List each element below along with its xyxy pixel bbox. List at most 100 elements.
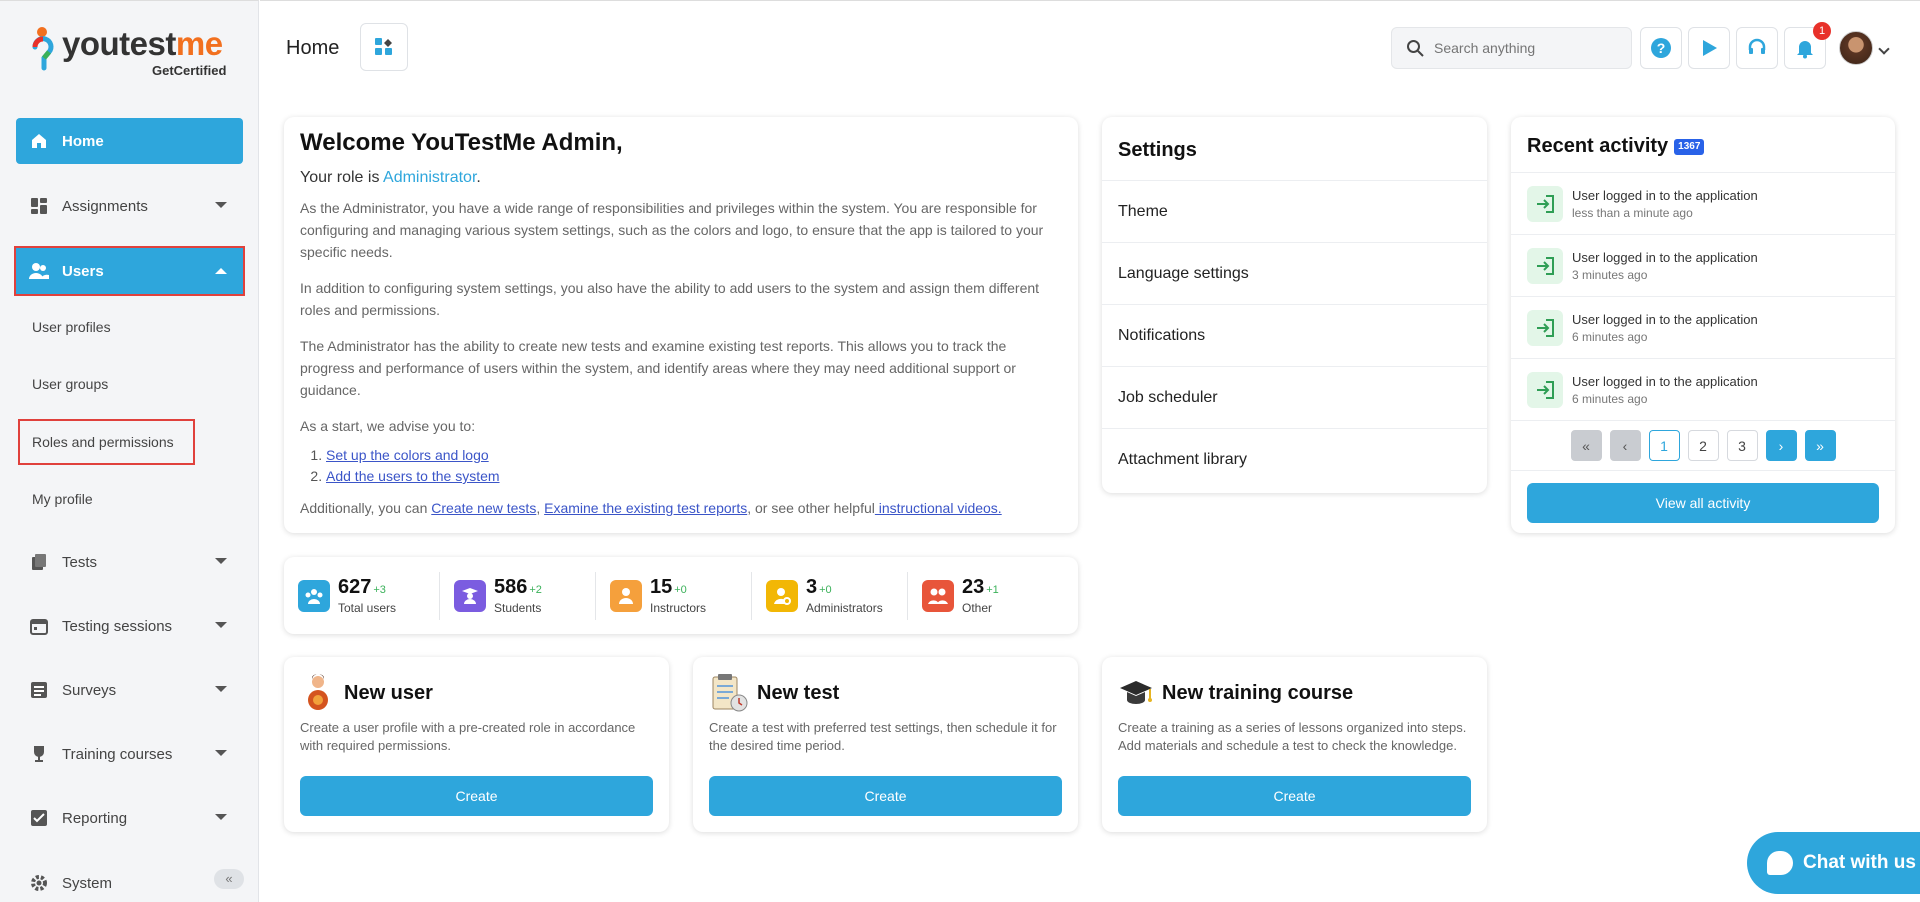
list-item: Set up the colors and logo xyxy=(326,445,1062,466)
sidebar-item-assignments[interactable]: Assignments xyxy=(16,183,243,229)
search-box[interactable] xyxy=(1391,27,1632,69)
page-1-button[interactable]: 1 xyxy=(1648,430,1680,461)
stat-other[interactable]: 23 +1 Other xyxy=(922,572,1064,620)
first-page-icon[interactable]: « xyxy=(1570,430,1602,461)
new-training-course-card: New training course Create a training as… xyxy=(1102,657,1487,832)
sidebar: youtestme GetCertified Home Assignments … xyxy=(0,0,259,902)
card-title: New training course xyxy=(1162,681,1354,704)
search-icon xyxy=(1407,40,1424,57)
user-figure-icon xyxy=(308,674,328,710)
sidebar-item-system[interactable]: System xyxy=(16,860,243,902)
headset-icon xyxy=(1748,38,1766,54)
add-users-link[interactable]: Add the users to the system xyxy=(326,468,500,484)
create-training-course-button[interactable]: Create xyxy=(1118,776,1471,816)
stat-label: Students xyxy=(494,601,542,615)
next-page-icon[interactable]: › xyxy=(1765,430,1797,461)
gear-icon xyxy=(28,872,50,894)
chevron-down-icon[interactable] xyxy=(1878,43,1890,55)
stat-delta: +1 xyxy=(986,584,999,596)
setup-colors-link[interactable]: Set up the colors and logo xyxy=(326,447,489,463)
activity-time: less than a minute ago xyxy=(1572,205,1693,220)
sidebar-item-reporting[interactable]: Reporting xyxy=(16,795,243,841)
notification-badge: 1 xyxy=(1813,22,1831,40)
stat-instructors[interactable]: 15 +0 Instructors xyxy=(610,571,752,620)
chat-with-us-button[interactable]: Chat with us xyxy=(1747,832,1920,894)
list-icon xyxy=(28,679,50,701)
sidebar-item-home[interactable]: Home xyxy=(16,118,243,164)
customize-widgets-button[interactable] xyxy=(360,23,408,71)
chevron-up-icon xyxy=(215,268,227,274)
dashboard-icon xyxy=(28,195,50,217)
stat-administrators[interactable]: 3 +0 Administrators xyxy=(766,571,908,620)
welcome-paragraph: The Administrator has the ability to cre… xyxy=(300,338,1016,398)
activity-item[interactable]: User logged in to the application less th… xyxy=(1511,173,1895,235)
tutorial-video-button[interactable] xyxy=(1688,27,1730,69)
welcome-paragraph: As a start, we advise you to: xyxy=(300,418,476,434)
help-button[interactable]: ? xyxy=(1640,27,1682,69)
chevron-down-icon xyxy=(215,622,227,628)
stat-delta: +2 xyxy=(529,584,542,596)
settings-item-theme[interactable]: Theme xyxy=(1102,181,1487,243)
support-button[interactable] xyxy=(1736,27,1778,69)
activity-time: 3 minutes ago xyxy=(1572,267,1648,282)
activity-text: User logged in to the application xyxy=(1572,249,1758,265)
card-description: Create a test with preferred test settin… xyxy=(709,720,1057,753)
sidebar-subitem-my-profile[interactable]: My profile xyxy=(32,491,93,507)
activity-text: User logged in to the application xyxy=(1572,373,1758,389)
sidebar-subitem-user-profiles[interactable]: User profiles xyxy=(32,319,111,335)
stat-value: 586 xyxy=(494,576,528,598)
settings-item-language[interactable]: Language settings xyxy=(1102,243,1487,305)
search-input[interactable] xyxy=(1434,40,1614,56)
welcome-heading: Welcome YouTestMe Admin, xyxy=(300,129,623,156)
sidebar-item-surveys[interactable]: Surveys xyxy=(16,667,243,713)
page-3-button[interactable]: 3 xyxy=(1726,430,1758,461)
page-2-button[interactable]: 2 xyxy=(1687,430,1719,461)
activity-item[interactable]: User logged in to the application 6 minut… xyxy=(1511,359,1895,421)
settings-item-job-scheduler[interactable]: Job scheduler xyxy=(1102,367,1487,429)
chat-label: Chat with us xyxy=(1803,852,1916,873)
home-icon xyxy=(28,130,50,152)
stat-delta: +0 xyxy=(819,584,832,596)
sidebar-item-users[interactable]: Users xyxy=(14,246,245,296)
stat-value: 3 xyxy=(806,576,818,598)
activity-item[interactable]: User logged in to the application 3 minut… xyxy=(1511,235,1895,297)
login-icon xyxy=(1527,371,1563,408)
welcome-card: Welcome YouTestMe Admin, Your role is Ad… xyxy=(284,117,1078,533)
collapse-sidebar-icon[interactable]: « xyxy=(214,869,244,889)
instructional-videos-link[interactable]: instructional videos. xyxy=(875,500,1002,516)
notifications-button[interactable]: 1 xyxy=(1784,22,1831,69)
settings-item-attachment-library[interactable]: Attachment library xyxy=(1102,429,1487,491)
settings-card: Settings Theme Language settings Notific… xyxy=(1102,117,1487,493)
stat-total-users[interactable]: 627 +3 Total users xyxy=(298,571,440,620)
prev-page-icon[interactable]: ‹ xyxy=(1609,430,1641,461)
stat-delta: +3 xyxy=(373,584,386,596)
create-tests-link[interactable]: Create new tests xyxy=(431,500,536,516)
login-icon xyxy=(1527,247,1563,284)
chat-bubble-icon xyxy=(1767,851,1793,875)
graduation-cap-icon xyxy=(1120,681,1152,704)
avatar[interactable] xyxy=(1839,31,1873,65)
report-icon xyxy=(28,807,50,829)
settings-item-notifications[interactable]: Notifications xyxy=(1102,305,1487,367)
create-user-button[interactable]: Create xyxy=(300,776,653,816)
brand-logo[interactable]: youtestme GetCertified xyxy=(30,25,226,81)
activity-item[interactable]: User logged in to the application 6 minut… xyxy=(1511,297,1895,359)
card-description: Create a training as a series of lessons… xyxy=(1118,720,1467,753)
settings-title: Settings xyxy=(1102,117,1487,181)
sidebar-item-testing-sessions[interactable]: Testing sessions xyxy=(16,603,243,649)
final-prefix: Additionally, you can xyxy=(300,500,432,516)
last-page-icon[interactable]: » xyxy=(1804,430,1836,461)
stat-label: Total users xyxy=(338,601,397,615)
sidebar-item-tests[interactable]: Tests xyxy=(16,539,243,585)
sidebar-subitem-user-groups[interactable]: User groups xyxy=(32,376,108,392)
instructor-icon xyxy=(610,579,642,612)
sidebar-subitem-roles-permissions[interactable]: Roles and permissions xyxy=(32,434,174,450)
welcome-paragraph: In addition to configuring system settin… xyxy=(300,280,1040,318)
test-reports-link[interactable]: Examine the existing test reports xyxy=(544,500,747,516)
view-all-activity-button[interactable]: View all activity xyxy=(1527,483,1879,523)
sidebar-item-training-courses[interactable]: Training courses xyxy=(16,731,243,777)
create-test-button[interactable]: Create xyxy=(709,776,1062,816)
stat-value: 23 xyxy=(962,576,985,598)
stat-students[interactable]: 586 +2 Students xyxy=(454,571,596,620)
brand-name-accent: me xyxy=(175,25,223,62)
